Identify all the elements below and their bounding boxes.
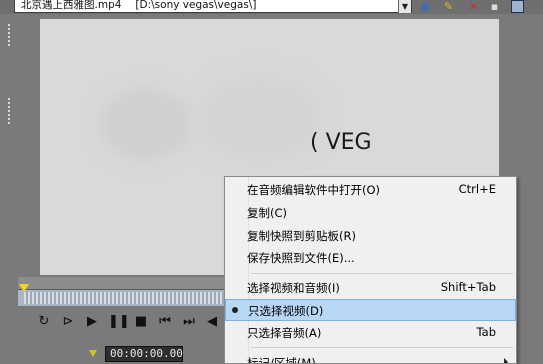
dock-icon[interactable]: ▪ (488, 0, 501, 13)
menu-item-label: 只选择音频(A) (247, 326, 322, 340)
properties-icon[interactable]: ▣ (419, 0, 432, 13)
menu-separator (251, 273, 513, 274)
menu-item-label: 标记/区域(M) (247, 356, 316, 364)
preview-blur (100, 89, 190, 159)
file-name: 北京遇上西雅图.mp4 (21, 0, 122, 11)
timecode-marker-icon (89, 350, 97, 357)
menu-item-open-in-audio-editor[interactable]: 在音频编辑软件中打开(O) Ctrl+E (225, 179, 516, 201)
play-from-start-icon[interactable]: ⊳ (60, 314, 76, 330)
play-icon[interactable]: ▶ (84, 314, 100, 330)
preview-blur (200, 79, 320, 159)
menu-item-copy[interactable]: 复制(C) (225, 202, 516, 224)
file-selector[interactable]: 北京遇上西雅图.mp4 [D:\sony vegas\vegas\] (14, 0, 412, 13)
window-icon[interactable] (511, 0, 524, 13)
context-menu: 在音频编辑软件中打开(O) Ctrl+E 复制(C) 复制快照到剪贴板(R) 保… (224, 176, 517, 364)
menu-item-label: 复制(C) (247, 206, 288, 220)
chevron-down-icon[interactable]: ▼ (398, 0, 411, 13)
stop-icon[interactable]: ■ (133, 314, 149, 330)
menu-item-shortcut: Ctrl+E (458, 182, 496, 196)
prev-frame-icon[interactable]: ⏮ (157, 314, 173, 330)
submenu-arrow-icon (504, 358, 508, 363)
menu-item-shortcut: Shift+Tab (440, 280, 496, 294)
menu-item-markers-regions[interactable]: 标记/区域(M) (225, 352, 516, 364)
loop-icon[interactable]: ↻ (36, 314, 52, 330)
menu-item-save-snapshot[interactable]: 保存快照到文件(E)... (225, 247, 516, 269)
remove-icon[interactable]: ✕ (467, 0, 480, 13)
menu-item-select-audio-only[interactable]: 只选择音频(A) Tab (225, 322, 516, 344)
radio-selected-icon (232, 307, 238, 313)
menu-item-label: 保存快照到文件(E)... (247, 251, 355, 265)
effects-icon[interactable]: ✎ (442, 0, 455, 13)
file-path: [D:\sony vegas\vegas\] (135, 0, 257, 11)
mark-in-icon[interactable]: ◀ (204, 314, 220, 330)
menu-item-label: 复制快照到剪贴板(R) (247, 229, 356, 243)
next-frame-icon[interactable]: ⏭ (181, 314, 197, 330)
panel-grip-middle[interactable] (8, 98, 12, 126)
preview-watermark: ( VEG (310, 130, 372, 155)
menu-item-select-video-only[interactable]: 只选择视频(D) (225, 299, 516, 321)
timecode-display: 00:00:00.00 (105, 346, 183, 362)
playhead-marker-icon[interactable] (19, 284, 29, 292)
menu-item-copy-snapshot[interactable]: 复制快照到剪贴板(R) (225, 225, 516, 247)
menu-item-select-video-audio[interactable]: 选择视频和音频(I) Shift+Tab (225, 277, 516, 299)
audio-waveform (24, 292, 229, 304)
menu-item-shortcut: Tab (476, 325, 496, 339)
menu-separator (251, 347, 513, 348)
panel-grip-top[interactable] (8, 24, 12, 48)
pause-icon[interactable]: ❚❚ (108, 314, 130, 330)
menu-item-label: 只选择视频(D) (248, 304, 324, 318)
menu-item-label: 选择视频和音频(I) (247, 281, 340, 295)
menu-item-label: 在音频编辑软件中打开(O) (247, 183, 381, 197)
